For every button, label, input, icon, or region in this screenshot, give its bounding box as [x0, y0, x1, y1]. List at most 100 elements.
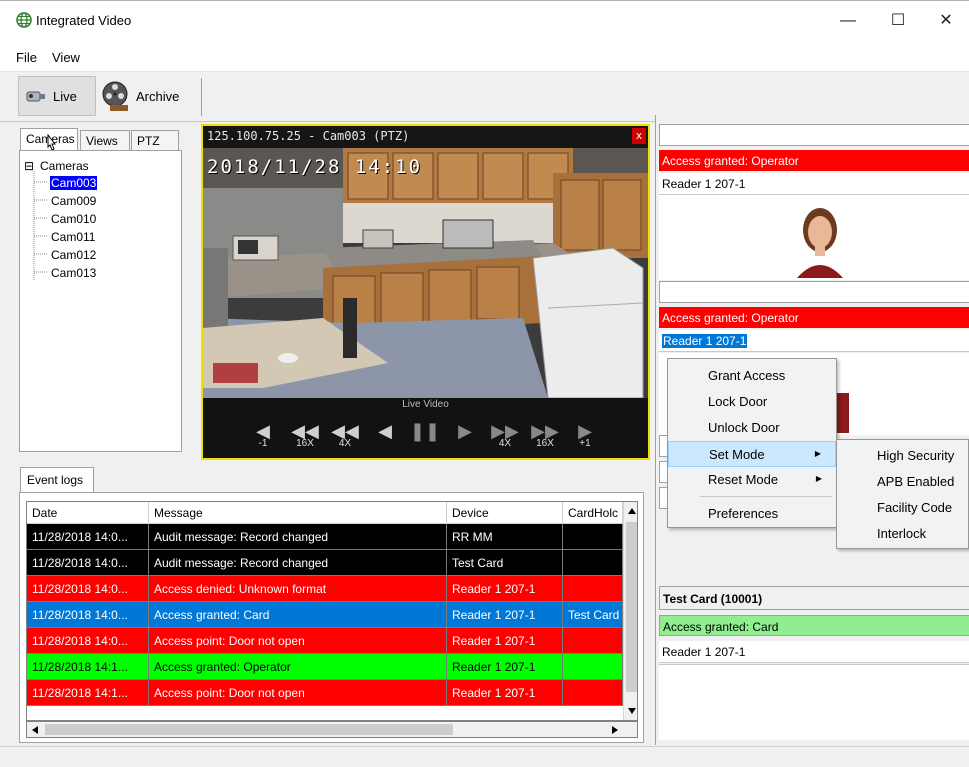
- cell-message: Access granted: Card: [149, 602, 447, 628]
- video-close-button[interactable]: x: [632, 128, 646, 144]
- menu-item-facility-code[interactable]: Facility Code: [837, 495, 968, 521]
- table-row[interactable]: 11/28/2018 14:0... Audit message: Record …: [27, 524, 623, 550]
- table-row[interactable]: 11/28/2018 14:0... Access point: Door not…: [27, 628, 623, 654]
- table-row[interactable]: 11/28/2018 14:0... Access granted: Card Re…: [27, 602, 623, 628]
- cell-cardholder: [563, 524, 623, 550]
- menu-item-set-mode[interactable]: Set Mode ▶: [668, 441, 836, 467]
- set-mode-label: Set Mode: [709, 447, 765, 462]
- rewind-4x-button[interactable]: ◀◀ 4X: [325, 412, 365, 458]
- cell-message: Audit message: Record changed: [149, 550, 447, 576]
- tree-item-cam010[interactable]: Cam010: [51, 212, 96, 226]
- menu-item-grant-access[interactable]: Grant Access: [668, 363, 836, 389]
- event-log-panel: Date Message Device CardHolc 11/28/2018 …: [19, 492, 644, 743]
- cell-message: Access point: Door not open: [149, 680, 447, 706]
- camera-icon: [26, 91, 45, 102]
- scroll-right-icon[interactable]: [611, 725, 619, 735]
- vertical-scrollbar[interactable]: [623, 502, 637, 720]
- tab-event-logs[interactable]: Event logs: [20, 467, 94, 492]
- cell-message: Access granted: Operator: [149, 654, 447, 680]
- horizontal-scroll-thumb[interactable]: [45, 724, 453, 735]
- live-video-label: Live Video: [203, 398, 648, 412]
- submenu-arrow-icon: ▶: [814, 449, 821, 458]
- camera-feed[interactable]: 2018/11/28 14:10: [203, 148, 648, 398]
- event2-reader-selected: Reader 1 207-1: [662, 334, 748, 348]
- column-header-cardholder[interactable]: CardHolc: [563, 502, 623, 524]
- event-status-bar: Access granted: Operator: [659, 150, 969, 171]
- cell-date: 11/28/2018 14:1...: [27, 654, 149, 680]
- playback-controls: ◀ -1 ◀◀ 16X ◀◀ 4X ◀ ❚❚ ▶ ▶▶ 4X ▶▶ 16X ▶: [203, 412, 648, 458]
- menu-view[interactable]: View: [52, 50, 80, 65]
- door-context-menu: Grant Access Lock Door Unlock Door Set M…: [667, 358, 837, 528]
- event3-detail-area: [659, 664, 969, 740]
- menu-bar: File View: [0, 42, 969, 72]
- video-viewer[interactable]: 125.100.75.25 - Cam003 (PTZ) x 2018/11/2…: [201, 124, 650, 460]
- table-row[interactable]: 11/28/2018 14:0... Audit message: Record …: [27, 550, 623, 576]
- camera-tree: ⊟ Cameras Cam003 Cam009 Cam010 Cam011 Ca…: [19, 150, 182, 452]
- column-header-device[interactable]: Device: [447, 502, 563, 524]
- event2-status-bar: Access granted: Operator: [659, 307, 969, 328]
- forward-4x-button[interactable]: ▶▶ 4X: [485, 412, 525, 458]
- live-button[interactable]: Live: [18, 76, 96, 116]
- menu-file[interactable]: File: [16, 50, 37, 65]
- play-reverse-button[interactable]: ◀: [365, 412, 405, 458]
- vertical-scroll-thumb[interactable]: [626, 522, 637, 692]
- tree-item-cam011[interactable]: Cam011: [51, 230, 95, 244]
- column-header-date[interactable]: Date: [27, 502, 149, 524]
- event-header-box: [659, 124, 969, 146]
- table-row[interactable]: 11/28/2018 14:1... Access point: Door not…: [27, 680, 623, 706]
- tree-item-cam009[interactable]: Cam009: [51, 194, 96, 208]
- menu-item-high-security[interactable]: High Security: [837, 443, 968, 469]
- cell-date: 11/28/2018 14:0...: [27, 524, 149, 550]
- globe-icon: [16, 12, 32, 28]
- menu-item-reset-mode[interactable]: Reset Mode ▶: [668, 467, 836, 493]
- forward-16x-button[interactable]: ▶▶ 16X: [525, 412, 565, 458]
- tree-item-cam003[interactable]: Cam003: [50, 176, 98, 190]
- tree-item-cam012[interactable]: Cam012: [51, 248, 96, 262]
- tab-ptz[interactable]: PTZ: [131, 130, 179, 152]
- submenu-arrow-icon: ▶: [815, 474, 822, 483]
- tab-views[interactable]: Views: [80, 130, 130, 152]
- cell-cardholder: [563, 628, 623, 654]
- step-back-button[interactable]: ◀ -1: [243, 412, 283, 458]
- table-row[interactable]: 11/28/2018 14:0... Access denied: Unknown…: [27, 576, 623, 602]
- cell-message: Access denied: Unknown format: [149, 576, 447, 602]
- rewind-16x-button[interactable]: ◀◀ 16X: [285, 412, 325, 458]
- event2-reader-text[interactable]: Reader 1 207-1: [659, 330, 969, 352]
- menu-item-lock-door[interactable]: Lock Door: [668, 389, 836, 415]
- event3-reader-text: Reader 1 207-1: [659, 641, 969, 663]
- scroll-down-icon[interactable]: [627, 707, 637, 715]
- menu-item-preferences[interactable]: Preferences: [668, 501, 836, 527]
- menu-item-apb-enabled[interactable]: APB Enabled: [837, 469, 968, 495]
- tree-item-cam013[interactable]: Cam013: [51, 266, 96, 280]
- pause-button[interactable]: ❚❚: [405, 412, 445, 458]
- menu-item-unlock-door[interactable]: Unlock Door: [668, 415, 836, 441]
- archive-button[interactable]: Archive: [100, 76, 192, 116]
- pause-icon: ❚❚: [409, 421, 441, 441]
- cell-date: 11/28/2018 14:0...: [27, 550, 149, 576]
- rewind-16x-label: 16X: [296, 438, 314, 449]
- scroll-up-icon[interactable]: [627, 507, 637, 515]
- cell-device: Reader 1 207-1: [447, 602, 563, 628]
- set-mode-submenu: High Security APB Enabled Facility Code …: [836, 439, 969, 549]
- play-button[interactable]: ▶: [445, 412, 485, 458]
- play-icon: ▶: [458, 421, 472, 441]
- event-reader-text: Reader 1 207-1: [659, 173, 969, 195]
- minimize-button[interactable]: —: [826, 7, 870, 37]
- horizontal-scrollbar[interactable]: [26, 721, 638, 738]
- menu-item-interlock[interactable]: Interlock: [837, 521, 968, 547]
- maximize-button[interactable]: ☐: [876, 7, 920, 37]
- cell-date: 11/28/2018 14:0...: [27, 602, 149, 628]
- cell-device: Reader 1 207-1: [447, 628, 563, 654]
- close-window-button[interactable]: ✕: [924, 7, 968, 37]
- step-forward-button[interactable]: ▶ +1: [565, 412, 605, 458]
- table-row[interactable]: 11/28/2018 14:1... Access granted: Operat…: [27, 654, 623, 680]
- cell-device: Reader 1 207-1: [447, 576, 563, 602]
- person-photo: [787, 200, 853, 278]
- cell-device: Reader 1 207-1: [447, 654, 563, 680]
- video-title: 125.100.75.25 - Cam003 (PTZ): [207, 129, 410, 143]
- live-label: Live: [53, 88, 77, 104]
- kitchen-scene-image: [203, 148, 648, 398]
- cell-device: Reader 1 207-1: [447, 680, 563, 706]
- scroll-left-icon[interactable]: [31, 725, 39, 735]
- column-header-message[interactable]: Message: [149, 502, 447, 524]
